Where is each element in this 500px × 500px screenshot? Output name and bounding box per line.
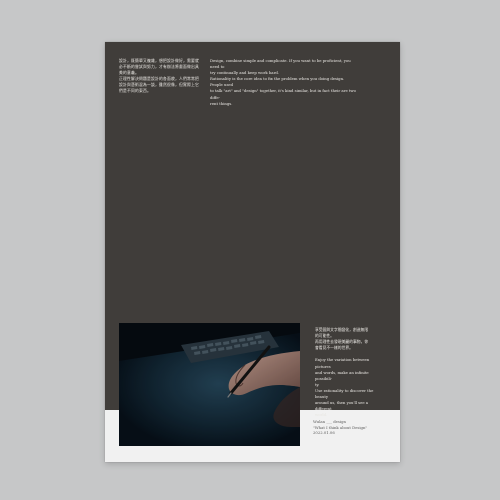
caption-block: Wulan ___ design "What I think about Des…: [313, 419, 393, 436]
text-line: 們是不同的東西。: [119, 88, 151, 94]
text-line: Rationality is the core idea to fix the …: [210, 76, 345, 88]
photo-illustration: [119, 323, 300, 446]
text-line: Use rationality to discover the beauty: [315, 387, 374, 400]
chinese-intro-text: 設計，既簡單又複雜，想把設計做好，需要就 必不斷的嘗試與努力，才有辦法將畫面做出…: [119, 58, 205, 95]
text-line: Design, combine simple and complicate. I…: [210, 58, 351, 70]
caption-date: 2022.01.06: [313, 430, 335, 436]
text-line: Enjoy the variation between pictures: [315, 357, 370, 369]
text-line: to talk "art" and "design" together, it'…: [210, 88, 356, 100]
text-line: world.: [315, 412, 328, 418]
poster: 設計，既簡單又複雜，想把設計做好，需要就 必不斷的嘗試與努力，才有辦法將畫面做出…: [105, 42, 400, 462]
english-intro-text: Design, combine simple and complicate. I…: [210, 58, 358, 107]
photo-vignette: [119, 323, 300, 446]
photo-hand-drawing-on-tablet: [119, 323, 300, 446]
text-line: rent things.: [210, 100, 233, 106]
side-text: 享受圖與文字間變化，創造無限 的可能性。 再用理性去發現美麗的事物，你 會看見不…: [315, 327, 383, 418]
text-line: and words, make an infinite possibili-: [315, 369, 369, 381]
text-line: around us, then you'll see a different: [315, 400, 369, 412]
